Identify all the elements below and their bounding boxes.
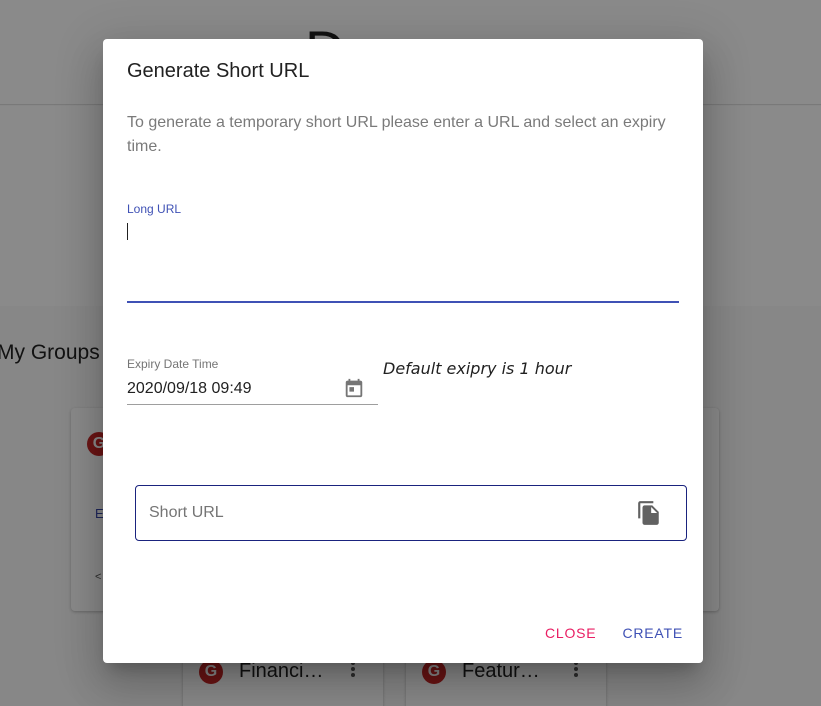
generate-short-url-dialog: Generate Short URL To generate a tempora… xyxy=(103,39,703,663)
long-url-label: Long URL xyxy=(127,202,182,216)
short-url-field[interactable] xyxy=(135,485,687,541)
expiry-datetime-field[interactable]: 2020/09/18 09:49 xyxy=(127,373,378,405)
create-button[interactable]: CREATE xyxy=(620,621,685,645)
long-url-input[interactable] xyxy=(127,219,679,303)
copy-icon[interactable] xyxy=(636,500,662,526)
dialog-description: To generate a temporary short URL please… xyxy=(127,114,666,155)
short-url-input[interactable] xyxy=(149,486,619,540)
dialog-actions: CLOSE CREATE xyxy=(543,621,685,645)
text-cursor xyxy=(127,223,128,240)
close-button[interactable]: CLOSE xyxy=(543,621,598,645)
expiry-label: Expiry Date Time xyxy=(127,357,219,371)
dialog-title: Generate Short URL xyxy=(127,60,310,82)
expiry-value: 2020/09/18 09:49 xyxy=(127,380,252,397)
expiry-hint: Default exipry is 1 hour xyxy=(383,359,572,378)
calendar-icon[interactable] xyxy=(343,377,365,399)
